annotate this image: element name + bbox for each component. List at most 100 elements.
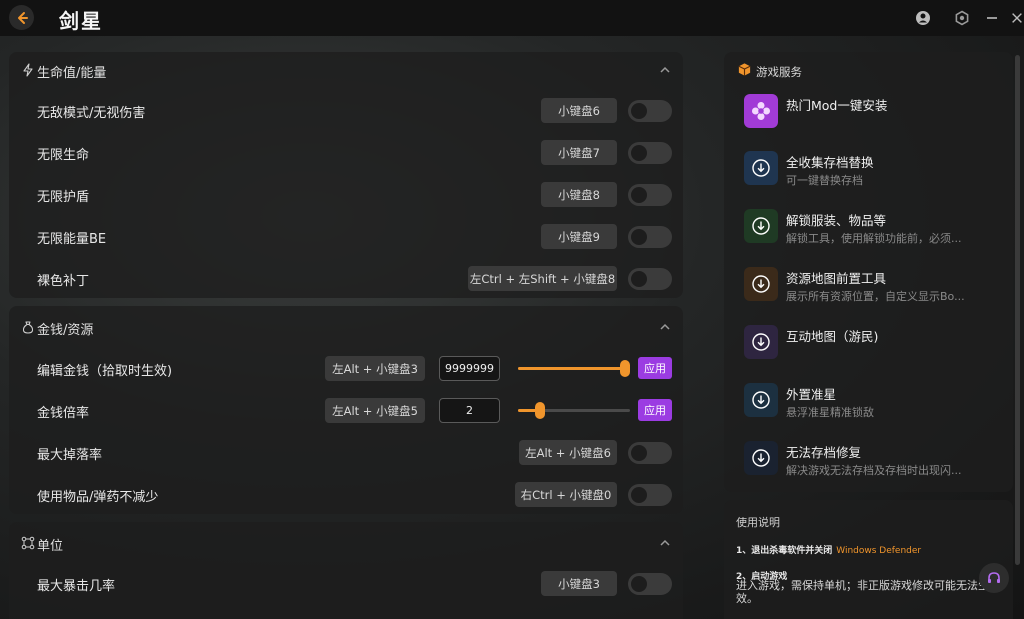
option-label: 无限生命 bbox=[37, 148, 90, 163]
service-item-mod[interactable]: 热门Mod一键安装 bbox=[742, 92, 1012, 144]
nodes-icon bbox=[21, 536, 35, 550]
option-label: 无限护盾 bbox=[37, 190, 90, 205]
help-title: 使用说明 bbox=[736, 516, 780, 529]
section-health-energy: 生命值/能量 无敌模式/无视伤害 小键盘6 无限生命 小键盘7 无限护盾 小键盘… bbox=[9, 52, 683, 298]
section-title: 生命值/能量 bbox=[37, 66, 107, 81]
headset-icon bbox=[988, 572, 1000, 583]
service-item-crosshair[interactable]: 外置准星 悬浮准星精准锁敌 bbox=[742, 381, 1012, 433]
toggle-switch[interactable] bbox=[628, 268, 672, 290]
option-row: 无限能量BE 小键盘9 bbox=[9, 216, 683, 258]
support-button[interactable] bbox=[979, 563, 1009, 593]
service-desc: 解锁工具，使用解锁功能前，必须... bbox=[786, 232, 962, 245]
option-label: 金钱倍率 bbox=[37, 406, 90, 421]
value-slider[interactable] bbox=[518, 402, 630, 419]
option-label: 编辑金钱（拾取时生效) bbox=[37, 364, 173, 379]
option-label: 使用物品/弹药不减少 bbox=[37, 490, 159, 505]
apply-button[interactable]: 应用 bbox=[638, 357, 672, 379]
download-circle-icon bbox=[744, 383, 778, 417]
help-step-1-text: 1、退出杀毒软件并关闭 bbox=[736, 546, 833, 556]
service-name: 外置准星 bbox=[786, 387, 837, 402]
game-services-panel: 游戏服务 热门Mod一键安装 全收集存档替换 可一键替换存档 解锁服装、物品等 … bbox=[724, 52, 1013, 492]
service-desc: 解决游戏无法存档及存档时出现闪... bbox=[786, 464, 962, 477]
toggle-knob bbox=[631, 445, 647, 461]
section-header[interactable]: 金钱/资源 bbox=[9, 309, 683, 345]
lightning-icon bbox=[23, 63, 33, 77]
services-title: 游戏服务 bbox=[756, 65, 802, 79]
value-input[interactable]: 9999999 bbox=[439, 356, 500, 381]
user-icon bbox=[916, 11, 930, 25]
toggle-knob bbox=[631, 103, 647, 119]
service-name: 全收集存档替换 bbox=[786, 155, 874, 170]
slider-fill bbox=[518, 367, 628, 370]
section-money-resources: 金钱/资源 编辑金钱（拾取时生效) 左Alt + 小键盘3 9999999 应用… bbox=[9, 306, 683, 514]
toggle-switch[interactable] bbox=[628, 484, 672, 506]
slider-thumb[interactable] bbox=[535, 402, 546, 419]
hotkey-button[interactable]: 小键盘8 bbox=[541, 182, 617, 207]
option-label: 无敌模式/无视伤害 bbox=[37, 106, 146, 121]
chevron-up-icon[interactable] bbox=[659, 537, 671, 549]
service-item-unlock[interactable]: 解锁服装、物品等 解锁工具，使用解锁功能前，必须... bbox=[742, 207, 1012, 259]
apply-button[interactable]: 应用 bbox=[638, 399, 672, 421]
service-item-resource-map[interactable]: 资源地图前置工具 展示所有资源位置，自定义显示Bo... bbox=[742, 265, 1012, 317]
hotkey-button[interactable]: 左Alt + 小键盘5 bbox=[325, 398, 425, 423]
section-units: 单位 最大暴击几率 小键盘3 bbox=[9, 522, 683, 619]
chevron-up-icon[interactable] bbox=[659, 321, 671, 333]
option-label: 无限能量BE bbox=[37, 232, 107, 247]
app-title: 剑星 bbox=[59, 9, 103, 33]
option-row: 最大暴击几率 小键盘3 bbox=[9, 563, 683, 605]
help-step-1: 1、退出杀毒软件并关闭 Windows Defender bbox=[736, 543, 921, 556]
hotkey-button[interactable]: 右Ctrl + 小键盘0 bbox=[515, 482, 617, 507]
toggle-knob bbox=[631, 576, 647, 592]
hotkey-button[interactable]: 小键盘6 bbox=[541, 98, 617, 123]
hotkey-button[interactable]: 小键盘9 bbox=[541, 224, 617, 249]
settings-button[interactable] bbox=[953, 9, 971, 27]
download-circle-icon bbox=[744, 209, 778, 243]
toggle-switch[interactable] bbox=[628, 573, 672, 595]
hotkey-button[interactable]: 小键盘3 bbox=[541, 571, 617, 596]
toggle-switch[interactable] bbox=[628, 442, 672, 464]
hotkey-button[interactable]: 左Ctrl + 左Shift + 小键盘8 bbox=[468, 266, 617, 291]
section-header[interactable]: 生命值/能量 bbox=[9, 52, 683, 88]
service-item-save-replace[interactable]: 全收集存档替换 可一键替换存档 bbox=[742, 149, 1012, 201]
chevron-up-icon[interactable] bbox=[659, 64, 671, 76]
service-item-save-fix[interactable]: 无法存档修复 解决游戏无法存档及存档时出现闪... bbox=[742, 439, 1012, 491]
section-title: 单位 bbox=[37, 539, 64, 554]
download-circle-icon bbox=[744, 267, 778, 301]
minimize-button[interactable] bbox=[983, 9, 1001, 27]
hotkey-button[interactable]: 小键盘7 bbox=[541, 140, 617, 165]
service-desc: 悬浮准星精准锁敌 bbox=[786, 406, 874, 419]
toggle-knob bbox=[631, 229, 647, 245]
toggle-switch[interactable] bbox=[628, 100, 672, 122]
service-name: 资源地图前置工具 bbox=[786, 271, 887, 286]
section-header[interactable]: 单位 bbox=[9, 525, 683, 561]
close-button[interactable] bbox=[1010, 9, 1024, 27]
account-button[interactable] bbox=[914, 9, 932, 27]
toggle-switch[interactable] bbox=[628, 226, 672, 248]
windows-defender-link[interactable]: Windows Defender bbox=[836, 546, 921, 556]
option-row: 裸色补丁 左Ctrl + 左Shift + 小键盘8 bbox=[9, 258, 683, 300]
value-slider[interactable] bbox=[518, 360, 630, 377]
service-name: 解锁服装、物品等 bbox=[786, 213, 887, 228]
cube-icon bbox=[738, 63, 751, 76]
value-input[interactable]: 2 bbox=[439, 398, 500, 423]
toggle-switch[interactable] bbox=[628, 184, 672, 206]
toggle-knob bbox=[631, 145, 647, 161]
slider-thumb[interactable] bbox=[620, 360, 630, 377]
settings-hex-icon bbox=[955, 10, 969, 26]
option-row: 使用物品/弹药不减少 右Ctrl + 小键盘0 bbox=[9, 474, 683, 516]
service-item-interactive-map[interactable]: 互动地图（游民) bbox=[742, 323, 1012, 375]
toggle-switch[interactable] bbox=[628, 142, 672, 164]
option-label: 最大暴击几率 bbox=[37, 579, 116, 594]
back-button[interactable] bbox=[9, 5, 34, 30]
service-name: 无法存档修复 bbox=[786, 445, 862, 460]
option-row-slider: 编辑金钱（拾取时生效) 左Alt + 小键盘3 9999999 应用 bbox=[9, 348, 683, 390]
minimize-icon bbox=[987, 17, 997, 19]
option-row: 无限护盾 小键盘8 bbox=[9, 174, 683, 216]
toggle-knob bbox=[631, 187, 647, 203]
download-circle-icon bbox=[744, 441, 778, 475]
scrollbar[interactable] bbox=[1015, 55, 1020, 565]
hotkey-button[interactable]: 左Alt + 小键盘6 bbox=[519, 440, 617, 465]
title-bar: 剑星 bbox=[0, 0, 1024, 36]
hotkey-button[interactable]: 左Alt + 小键盘3 bbox=[325, 356, 425, 381]
close-icon bbox=[1012, 13, 1022, 23]
